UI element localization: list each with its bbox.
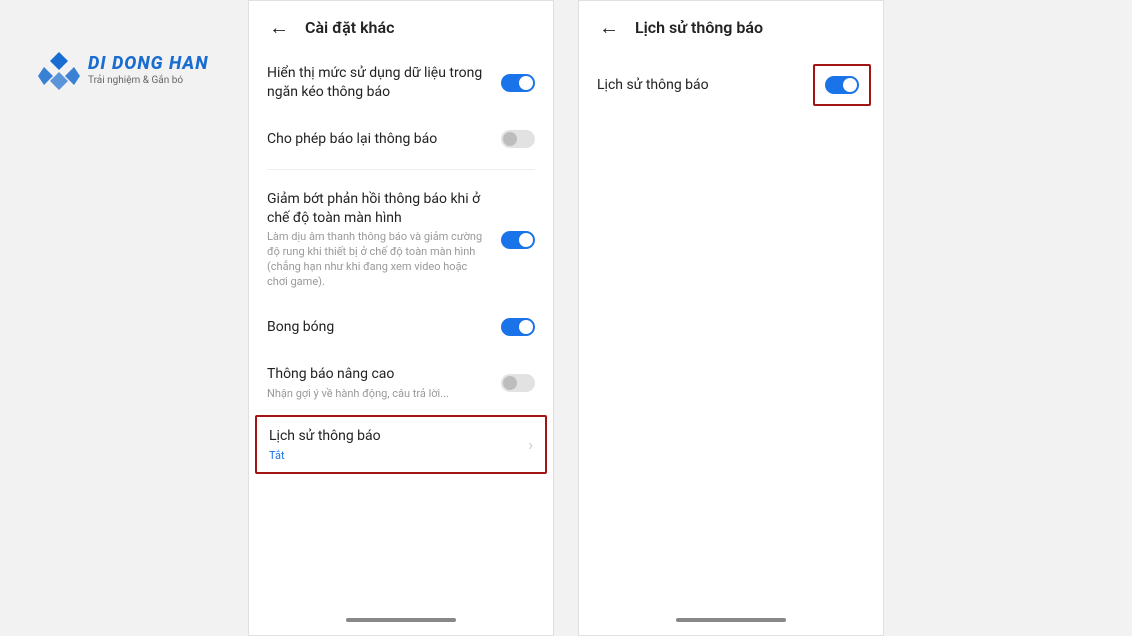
row-data-usage[interactable]: Hiển thị mức sử dụng dữ liệu trong ngăn …: [267, 50, 535, 116]
header: ← Lịch sử thông báo: [579, 1, 883, 50]
row-status: Tắt: [269, 449, 516, 462]
screen-other-settings: ← Cài đặt khác Hiển thị mức sử dụng dữ l…: [248, 0, 554, 636]
row-advanced-notifications[interactable]: Thông báo nâng cao Nhận gợi ý về hành độ…: [267, 351, 535, 416]
row-label: Thông báo nâng cao: [267, 365, 489, 384]
row-description: Nhận gợi ý về hành động, câu trả lời...: [267, 387, 489, 402]
row-bubbles[interactable]: Bong bóng: [267, 304, 535, 351]
toggle-fullscreen[interactable]: [501, 231, 535, 249]
toggle-bubbles[interactable]: [501, 318, 535, 336]
row-label: Cho phép báo lại thông báo: [267, 130, 489, 149]
toggle-data-usage[interactable]: [501, 74, 535, 92]
toggle-snooze[interactable]: [501, 130, 535, 148]
home-indicator[interactable]: [346, 618, 456, 622]
back-icon[interactable]: ←: [269, 15, 289, 40]
row-label: Bong bóng: [267, 318, 489, 337]
back-icon[interactable]: ←: [599, 15, 619, 40]
divider: [267, 169, 535, 170]
header: ← Cài đặt khác: [249, 1, 553, 50]
row-label: Hiển thị mức sử dụng dữ liệu trong ngăn …: [267, 64, 489, 102]
logo-title: DI DONG HAN: [88, 53, 209, 74]
row-label: Lịch sử thông báo: [269, 427, 516, 446]
row-snooze[interactable]: Cho phép báo lại thông báo: [267, 116, 535, 163]
row-fullscreen-feedback[interactable]: Giảm bớt phản hồi thông báo khi ở chế độ…: [267, 176, 535, 304]
screen-notification-history: ← Lịch sử thông báo Lịch sử thông báo: [578, 0, 884, 636]
row-label: Giảm bớt phản hồi thông báo khi ở chế độ…: [267, 190, 489, 228]
page-title: Cài đặt khác: [305, 18, 394, 37]
row-notification-history[interactable]: Lịch sử thông báo Tắt ›: [255, 415, 547, 474]
logo-diamond-icon: [38, 48, 80, 90]
highlight-box: [813, 64, 871, 106]
nav-bar[interactable]: [579, 611, 883, 629]
chevron-right-icon: ›: [528, 435, 533, 454]
row-label: Lịch sử thông báo: [597, 76, 801, 95]
toggle-notification-history[interactable]: [825, 76, 859, 94]
nav-bar[interactable]: [249, 611, 553, 629]
row-notification-history-toggle[interactable]: Lịch sử thông báo: [597, 50, 865, 120]
home-indicator[interactable]: [676, 618, 786, 622]
toggle-advanced[interactable]: [501, 374, 535, 392]
logo-subtitle: Trải nghiệm & Gắn bó: [88, 75, 209, 86]
page-title: Lịch sử thông báo: [635, 18, 763, 37]
brand-logo: DI DONG HAN Trải nghiệm & Gắn bó: [38, 48, 209, 90]
row-description: Làm dịu âm thanh thông báo và giảm cường…: [267, 230, 489, 289]
